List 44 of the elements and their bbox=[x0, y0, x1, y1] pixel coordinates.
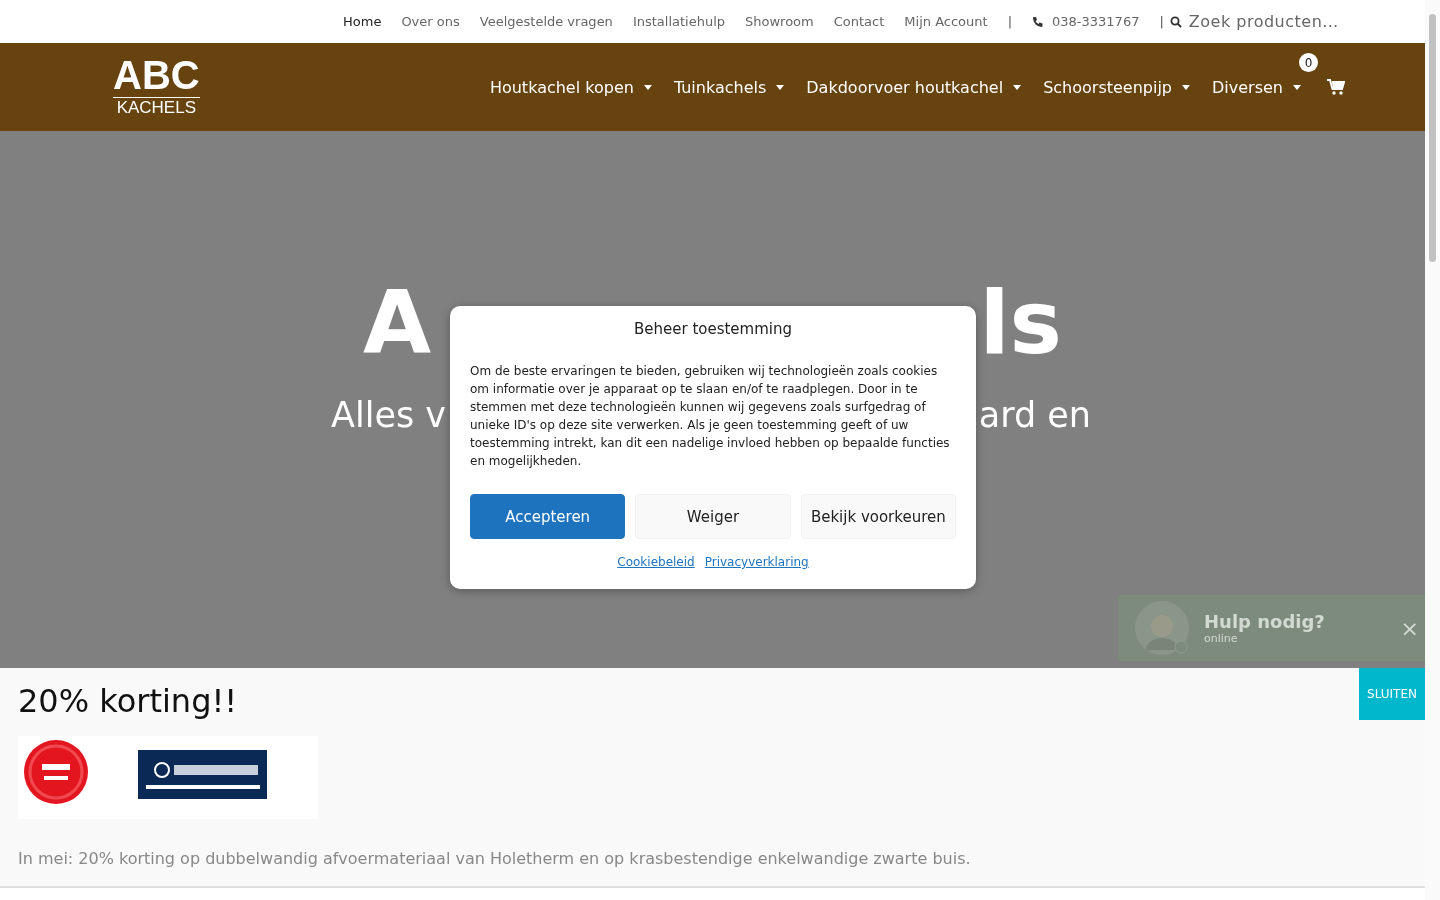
top-nav-link[interactable]: Showroom bbox=[745, 14, 814, 29]
policy-link[interactable]: Privacyverklaring bbox=[704, 555, 809, 569]
top-nav-link[interactable]: Installatiehulp bbox=[632, 14, 726, 29]
nav-menu-item[interactable]: Dakdoorvoer houtkachel bbox=[806, 77, 1022, 97]
dialog-text: Om de beste ervaringen te bieden, gebruiken wij technologieën zoals cookies om informatie over je apparaat op te slaan en/of te raadplegen. Door in te stemmen met deze technologieën kunnen wij gegevens zoals surfgedrag of unieke ID's op deze site verwerken. Als je geen toestemming geeft of uw toestemming intrekt, kan dit een nadelige invloed hebben op bepaalde functies en mogelijkheden. bbox=[470, 363, 951, 470]
hero-title: A bbox=[363, 273, 432, 373]
nav-menu-item[interactable]: Tuinkachels bbox=[673, 77, 785, 97]
top-nav-link[interactable]: Veelgestelde vragen bbox=[479, 14, 613, 29]
search-icon bbox=[1169, 15, 1182, 28]
scrollbar-thumb[interactable] bbox=[1429, 14, 1436, 262]
accept-button[interactable]: Accepteren bbox=[470, 494, 626, 539]
separator: | bbox=[1007, 14, 1013, 29]
separator: | bbox=[1159, 14, 1164, 29]
hero-subtitle: ard en bbox=[978, 395, 1091, 435]
top-nav-link[interactable]: Mijn Account bbox=[904, 14, 988, 29]
hero-title: ls bbox=[979, 273, 1062, 373]
caret-icon bbox=[1293, 84, 1301, 90]
avatar-icon bbox=[1134, 600, 1190, 656]
phone-icon bbox=[1032, 15, 1045, 28]
dialog-title: Beheer toestemming bbox=[633, 320, 793, 338]
chat-status: online bbox=[1204, 632, 1239, 645]
top-nav-link[interactable]: Home bbox=[343, 14, 382, 29]
chat-title: Hulp nodig? bbox=[1204, 611, 1325, 632]
promo-title: 20% korting!! bbox=[18, 682, 238, 720]
top-nav-link[interactable]: Over ons bbox=[401, 14, 460, 29]
nav-menu-item[interactable]: Diversen bbox=[1212, 77, 1301, 97]
cart-icon[interactable] bbox=[1327, 79, 1345, 95]
phone-number[interactable]: 038-3331767 bbox=[1052, 14, 1140, 29]
hero-subtitle: Alles v bbox=[331, 395, 446, 435]
logo-text[interactable]: ABC bbox=[113, 56, 200, 98]
policy-link[interactable]: Cookiebeleid bbox=[617, 555, 695, 569]
scrollbar[interactable] bbox=[1425, 0, 1440, 900]
top-nav-link[interactable]: Contact bbox=[833, 14, 885, 29]
option-button[interactable]: Weiger bbox=[635, 494, 791, 539]
logo-subtext[interactable]: KACHELS bbox=[116, 97, 196, 118]
caret-icon bbox=[776, 84, 785, 90]
option-button[interactable]: Bekijk voorkeuren bbox=[800, 494, 956, 539]
caret-icon bbox=[1013, 84, 1022, 90]
nav-menu-item[interactable]: Houtkachel kopen bbox=[489, 77, 652, 97]
promo-text: In mei: 20% korting op dubbelwandig afvoermateriaal van Holetherm en op krasbestendige enkelwandige zwarte buis. bbox=[18, 849, 972, 868]
nav-menu-item[interactable]: Schoorsteenpijp bbox=[1043, 77, 1190, 97]
caret-icon bbox=[1182, 84, 1190, 90]
caret-icon bbox=[643, 84, 652, 90]
cart-count-badge: 0 bbox=[1299, 53, 1318, 72]
